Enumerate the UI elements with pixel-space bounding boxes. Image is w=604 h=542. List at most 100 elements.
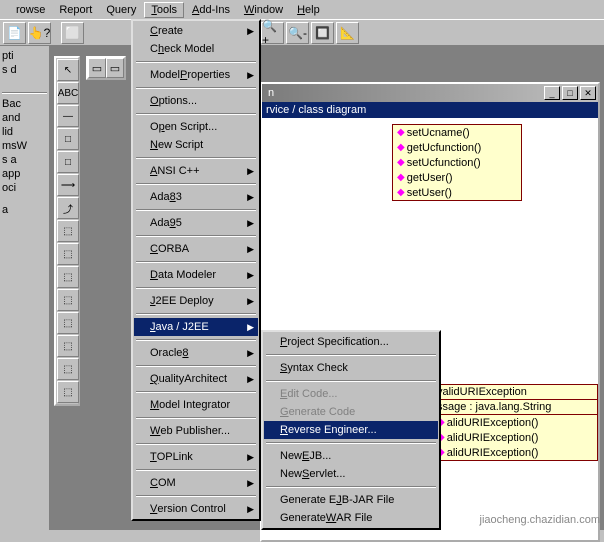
- tools-item-j2ee-deploy[interactable]: J2EE Deploy▶: [134, 292, 258, 310]
- tool-text[interactable]: ABC: [57, 82, 79, 104]
- minimize-button[interactable]: _: [544, 86, 560, 100]
- tools-item-model-properties[interactable]: Model Properties▶: [134, 66, 258, 84]
- tool-8[interactable]: ⬚: [57, 220, 79, 242]
- class-box-service[interactable]: ◆setUcname() ◆getUcfunction() ◆setUcfunc…: [392, 124, 522, 201]
- java-item-syntax-check[interactable]: Syntax Check: [264, 359, 438, 377]
- menu-window[interactable]: Window: [238, 3, 289, 17]
- tb-fit[interactable]: 🔲: [311, 22, 334, 44]
- tool-12[interactable]: ⬚: [57, 312, 79, 334]
- tools-item-create[interactable]: Create▶: [134, 22, 258, 40]
- java-item-new-ejb-[interactable]: New EJB...: [264, 447, 438, 465]
- tools-item-version-control[interactable]: Version Control▶: [134, 500, 258, 518]
- java-item-new-servlet-[interactable]: New Servlet...: [264, 465, 438, 483]
- java-item-separator: [266, 354, 436, 356]
- tool-line[interactable]: —: [57, 105, 79, 127]
- close-button[interactable]: ✕: [580, 86, 596, 100]
- java-item-project-specification-[interactable]: Project Specification...: [264, 333, 438, 351]
- tools-item-separator: [136, 61, 256, 63]
- tool-pointer[interactable]: ↖: [57, 59, 79, 81]
- child-title-text: n: [264, 87, 542, 99]
- diamond-icon: ◆: [397, 172, 405, 183]
- tools-item-ada-83[interactable]: Ada 83▶: [134, 188, 258, 206]
- java-item-separator: [266, 380, 436, 382]
- tools-item-separator: [136, 443, 256, 445]
- java-item-separator: [266, 442, 436, 444]
- tools-item-separator: [136, 339, 256, 341]
- tool-13[interactable]: ⬚: [57, 335, 79, 357]
- tool-10[interactable]: ⬚: [57, 266, 79, 288]
- tool-palette: ↖ ABC — □ □ ⟶ ⤴ ⬚ ⬚ ⬚ ⬚ ⬚ ⬚ ⬚ ⬚: [54, 56, 80, 406]
- tool-6[interactable]: ⟶: [57, 174, 79, 196]
- tool-7[interactable]: ⤴: [57, 197, 79, 219]
- tb-ruler[interactable]: 📐: [336, 22, 359, 44]
- tools-item-com[interactable]: COM▶: [134, 474, 258, 492]
- menu-report[interactable]: Report: [53, 3, 98, 17]
- tb-help-cursor[interactable]: 👆?: [28, 22, 51, 44]
- tools-item-toplink[interactable]: TOPLink▶: [134, 448, 258, 466]
- java-item-generate-war-file[interactable]: Generate WAR File: [264, 509, 438, 527]
- tb-zoom-in[interactable]: 🔍+: [261, 22, 284, 44]
- menu-addins[interactable]: Add-Ins: [186, 3, 236, 17]
- tool-15[interactable]: ⬚: [57, 381, 79, 403]
- tools-item-separator: [136, 209, 256, 211]
- tools-item-separator: [136, 287, 256, 289]
- tool-11[interactable]: ⬚: [57, 289, 79, 311]
- sec-btn-1[interactable]: ▭: [88, 58, 106, 78]
- tools-item-web-publisher-[interactable]: Web Publisher...: [134, 422, 258, 440]
- tools-item-corba[interactable]: CORBA▶: [134, 240, 258, 258]
- tools-item-qualityarchitect[interactable]: QualityArchitect▶: [134, 370, 258, 388]
- java-item-reverse-engineer-[interactable]: Reverse Engineer...: [264, 421, 438, 439]
- tools-item-java-j2ee[interactable]: Java / J2EE▶: [134, 318, 258, 336]
- tools-item-separator: [136, 417, 256, 419]
- java-item-generate-ejb-jar-file[interactable]: Generate EJB-JAR File: [264, 491, 438, 509]
- menu-browse[interactable]: rowse: [10, 3, 51, 17]
- tools-item-separator: [136, 365, 256, 367]
- menu-help[interactable]: Help: [291, 3, 326, 17]
- secondary-toolbar: ▭ ▭: [86, 56, 126, 80]
- diamond-icon: ◆: [397, 142, 405, 153]
- tb-new[interactable]: 📄: [3, 22, 26, 44]
- menubar: rowse Report Query Tools Add-Ins Window …: [0, 0, 604, 19]
- tools-item-oracle8[interactable]: Oracle8▶: [134, 344, 258, 362]
- sec-btn-2[interactable]: ▭: [106, 58, 124, 78]
- tools-item-separator: [136, 113, 256, 115]
- tool-5[interactable]: □: [57, 151, 79, 173]
- tool-9[interactable]: ⬚: [57, 243, 79, 265]
- main-toolbar: 📄 👆? ⬜ ⊞ 🔍+ 🔍- 🔲 📐: [0, 19, 604, 46]
- tools-item-model-integrator[interactable]: Model Integrator: [134, 396, 258, 414]
- watermark: jiaocheng.chazidian.com: [480, 514, 600, 526]
- tools-item-separator: [136, 261, 256, 263]
- class-box-exception[interactable]: validURIException ssage : java.lang.Stri…: [432, 384, 598, 461]
- tools-item-data-modeler[interactable]: Data Modeler▶: [134, 266, 258, 284]
- tool-14[interactable]: ⬚: [57, 358, 79, 380]
- diamond-icon: ◆: [397, 187, 405, 198]
- java-item-generate-code: Generate Code: [264, 403, 438, 421]
- diamond-icon: ◆: [397, 127, 405, 138]
- diamond-icon: ◆: [397, 157, 405, 168]
- tools-item-separator: [136, 157, 256, 159]
- tools-item-separator: [136, 87, 256, 89]
- tb-zoom-out[interactable]: 🔍-: [286, 22, 309, 44]
- selection-bar[interactable]: rvice / class diagram: [262, 102, 598, 118]
- tools-item-separator: [136, 469, 256, 471]
- maximize-button[interactable]: □: [562, 86, 578, 100]
- tb-box[interactable]: ⬜: [61, 22, 84, 44]
- tools-item-separator: [136, 495, 256, 497]
- tools-item-separator: [136, 183, 256, 185]
- java-item-edit-code-: Edit Code...: [264, 385, 438, 403]
- tools-item-options-[interactable]: Options...: [134, 92, 258, 110]
- tools-item-ansi-c-[interactable]: ANSI C++▶: [134, 162, 258, 180]
- tools-item-check-model[interactable]: Check Model: [134, 40, 258, 58]
- tools-item-open-script-[interactable]: Open Script...: [134, 118, 258, 136]
- tools-item-new-script[interactable]: New Script: [134, 136, 258, 154]
- child-titlebar[interactable]: n _ □ ✕: [262, 84, 598, 102]
- tools-item-separator: [136, 313, 256, 315]
- menu-tools[interactable]: Tools: [144, 2, 184, 18]
- browser-panel[interactable]: pti s d Bac and lid msW s a app oci a: [0, 46, 50, 530]
- tools-item-separator: [136, 235, 256, 237]
- menu-query[interactable]: Query: [100, 3, 142, 17]
- tools-item-ada-95[interactable]: Ada 95▶: [134, 214, 258, 232]
- java-submenu: Project Specification... Syntax Check Edit…: [261, 330, 441, 530]
- tools-dropdown: Create▶Check Model Model Properties▶ Optio…: [131, 19, 261, 521]
- tool-4[interactable]: □: [57, 128, 79, 150]
